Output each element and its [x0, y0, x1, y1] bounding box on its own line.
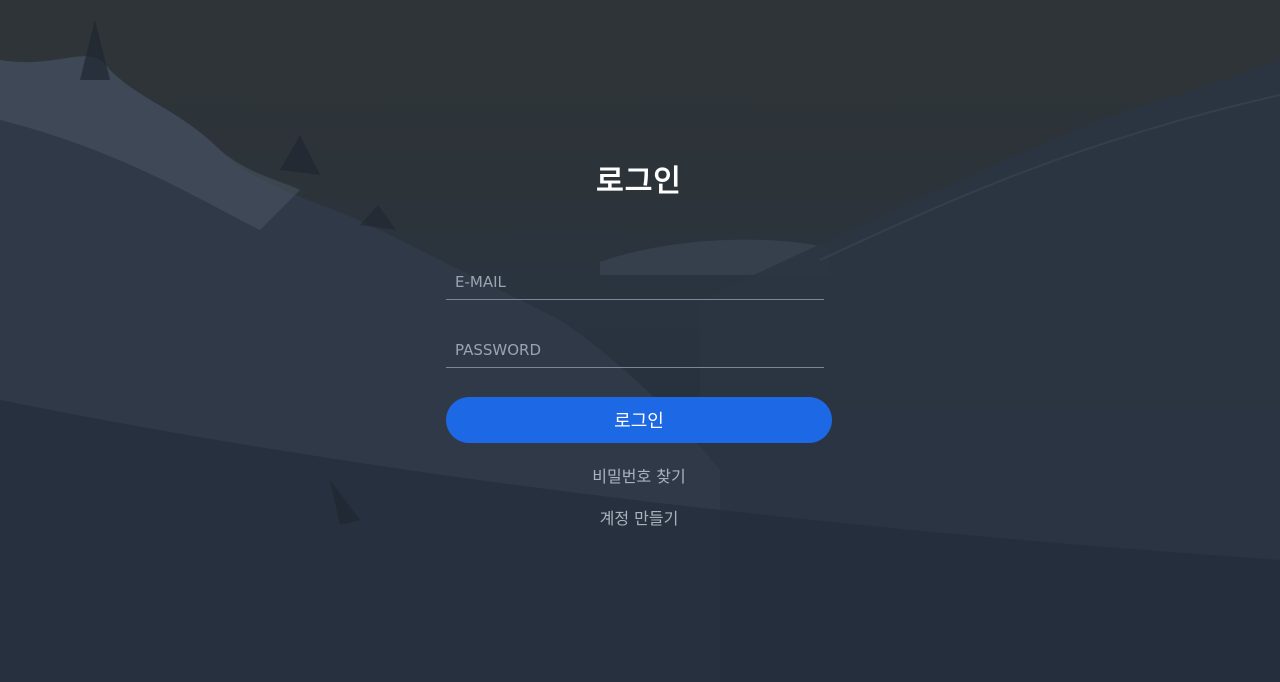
- email-field-container: [446, 265, 824, 300]
- login-form: 로그인 로그인 비밀번호 찾기 계정 만들기: [446, 0, 832, 682]
- login-button[interactable]: 로그인: [446, 397, 832, 443]
- create-account-link[interactable]: 계정 만들기: [446, 505, 832, 529]
- email-input[interactable]: [446, 265, 824, 299]
- password-field-container: [446, 333, 824, 368]
- forgot-password-link[interactable]: 비밀번호 찾기: [446, 463, 832, 487]
- password-input[interactable]: [446, 333, 824, 367]
- page-title: 로그인: [596, 164, 682, 199]
